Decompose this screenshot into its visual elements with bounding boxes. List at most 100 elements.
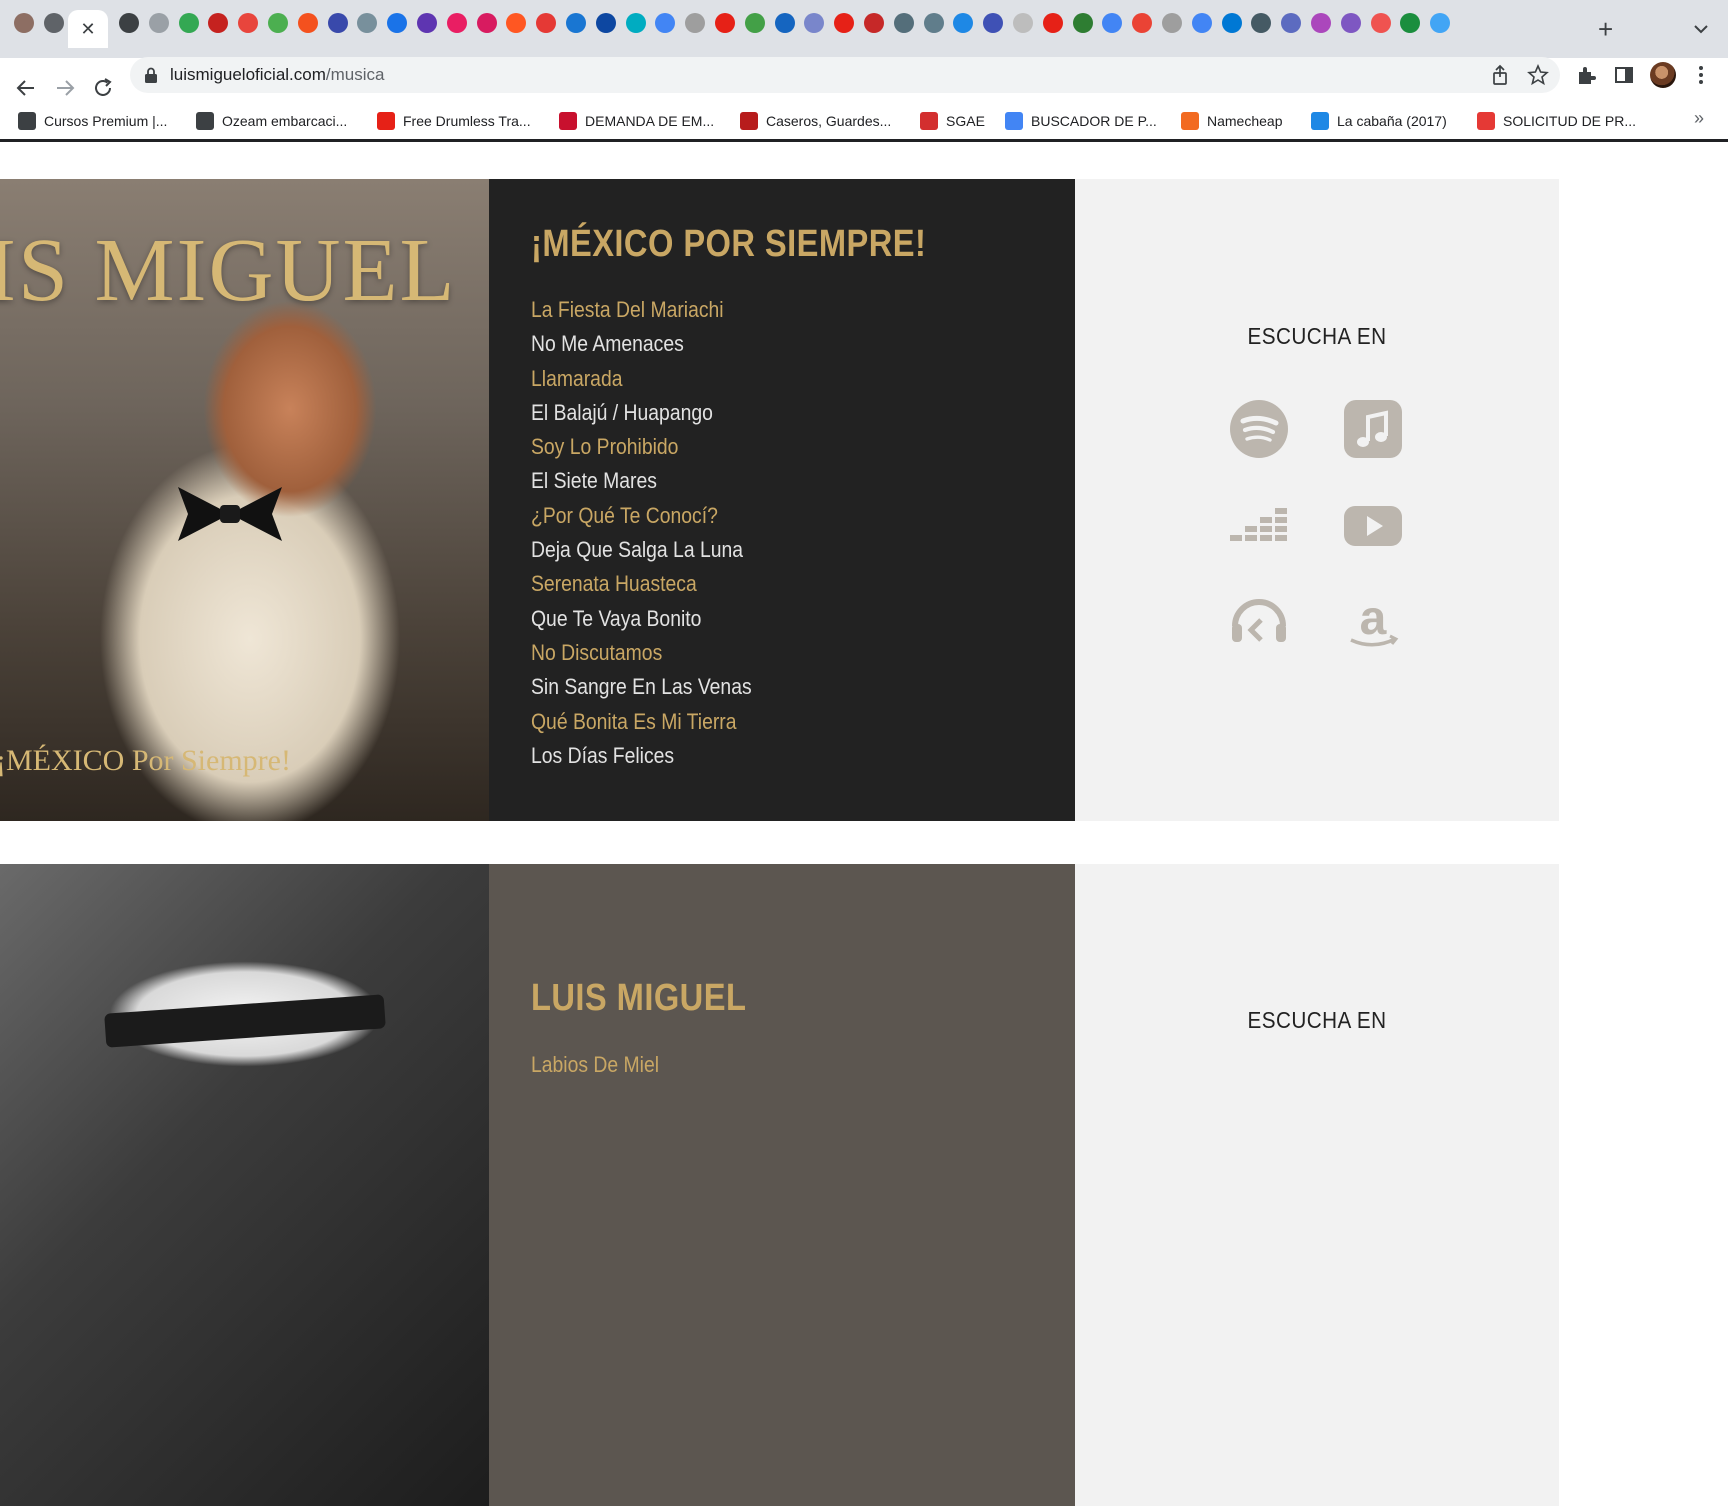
pinned-tab-favicon-icon[interactable] (864, 13, 884, 33)
pinned-tab-favicon-icon[interactable] (506, 13, 527, 33)
track-item[interactable]: Serenata Huasteca (531, 567, 752, 601)
bookmark-item[interactable]: DEMANDA DE EM... (559, 111, 714, 131)
pinned-tab-favicon-icon[interactable] (357, 13, 378, 33)
pinned-tab-favicon-icon[interactable] (1251, 13, 1272, 33)
pinned-tab-favicon-icon[interactable] (43, 13, 64, 33)
bookmark-label: La cabaña (2017) (1337, 113, 1447, 129)
side-panel-icon[interactable] (1613, 64, 1635, 86)
forward-arrow-icon[interactable] (51, 74, 79, 102)
pinned-tab-favicon-icon[interactable] (1013, 13, 1033, 33)
pinned-tab-favicon-icon[interactable] (715, 13, 735, 33)
pinned-tab-favicon-icon[interactable] (1311, 13, 1331, 33)
track-item[interactable]: Soy Lo Prohibido (531, 430, 752, 464)
bookmark-label: Free Drumless Tra... (403, 113, 531, 129)
album-cover-image[interactable]: IS MIGUEL ¡MÉXICO Por Siempre! (0, 179, 489, 821)
bookmarks-overflow-button[interactable]: » (1694, 108, 1704, 129)
album-cover-image[interactable] (0, 864, 489, 1506)
pinned-tab-favicon-icon[interactable] (1430, 13, 1451, 33)
pinned-tab-favicon-icon[interactable] (893, 13, 914, 33)
url-text[interactable]: luismigueloficial.com/musica (170, 64, 384, 86)
extensions-puzzle-icon[interactable] (1575, 64, 1597, 86)
pinned-tab-favicon-icon[interactable] (387, 13, 408, 33)
lock-icon[interactable] (144, 67, 158, 83)
pinned-tab-favicon-icon[interactable] (327, 13, 348, 33)
pinned-tab-favicon-icon[interactable] (1102, 13, 1123, 33)
pinned-tab-favicon-icon[interactable] (14, 13, 34, 33)
track-item[interactable]: Los Días Felices (531, 739, 752, 773)
track-item[interactable]: El Balajú / Huapango (531, 396, 752, 430)
film-icon (1311, 112, 1329, 130)
bookmark-item[interactable]: BUSCADOR DE P... (1005, 111, 1157, 131)
more-menu-icon[interactable] (1694, 64, 1708, 86)
pinned-tab-favicon-icon[interactable] (774, 13, 795, 33)
bookmark-item[interactable]: Free Drumless Tra... (377, 111, 531, 131)
pinned-tab-favicon-icon[interactable] (804, 13, 825, 33)
bookmark-item[interactable]: Caseros, Guardes... (740, 111, 891, 131)
pinned-tab-favicon-icon[interactable] (1221, 13, 1242, 33)
pinned-tab-favicon-icon[interactable] (1162, 13, 1182, 33)
bookmark-item[interactable]: SGAE (920, 111, 985, 131)
track-item[interactable]: Deja Que Salga La Luna (531, 533, 752, 567)
track-item[interactable]: Llamarada (531, 362, 752, 396)
pinned-tab-favicon-icon[interactable] (655, 13, 676, 33)
active-tab[interactable]: ✕ (68, 10, 108, 48)
share-icon[interactable] (1489, 64, 1511, 86)
sgae-icon (920, 112, 938, 130)
pinned-tab-favicon-icon[interactable] (208, 13, 229, 33)
pinned-tab-favicon-icon[interactable] (1340, 13, 1361, 33)
amazon-icon[interactable]: a (1343, 592, 1403, 652)
apple-music-icon[interactable] (1343, 399, 1403, 459)
deezer-icon[interactable] (1229, 496, 1289, 556)
chevron-down-icon[interactable] (1690, 18, 1712, 40)
pinned-tab-favicon-icon[interactable] (178, 13, 199, 33)
pinned-tab-favicon-icon[interactable] (1370, 13, 1391, 33)
pinned-tab-favicon-icon[interactable] (268, 13, 288, 33)
pinned-tab-favicon-icon[interactable] (148, 13, 169, 33)
bookmark-item[interactable]: Ozeam embarcaci... (196, 111, 347, 131)
pinned-tab-favicon-icon[interactable] (834, 13, 855, 33)
pinned-tab-favicon-icon[interactable] (983, 13, 1004, 33)
pinned-tab-favicon-icon[interactable] (953, 13, 974, 33)
track-item[interactable]: No Me Amenaces (531, 327, 752, 361)
napster-icon[interactable] (1229, 592, 1289, 652)
close-icon[interactable]: ✕ (80, 19, 95, 40)
spotify-icon[interactable] (1229, 399, 1289, 459)
bookmark-item[interactable]: Cursos Premium |... (18, 111, 167, 131)
pinned-tab-favicon-icon[interactable] (297, 13, 318, 33)
bookmark-item[interactable]: La cabaña (2017) (1311, 111, 1447, 131)
track-item[interactable]: No Discutamos (531, 636, 752, 670)
pinned-tab-favicon-icon[interactable] (1191, 13, 1212, 33)
pinned-tab-favicon-icon[interactable] (685, 13, 706, 33)
pinned-tab-favicon-icon[interactable] (1132, 13, 1153, 33)
pinned-tab-favicon-icon[interactable] (476, 13, 497, 33)
track-item[interactable]: ¿Por Qué Te Conocí? (531, 499, 752, 533)
pinned-tab-favicon-icon[interactable] (595, 13, 616, 33)
track-item[interactable]: Sin Sangre En Las Venas (531, 670, 752, 704)
new-tab-button[interactable]: + (1598, 16, 1613, 42)
pinned-tab-favicon-icon[interactable] (446, 13, 467, 33)
bookmark-star-icon[interactable] (1527, 64, 1549, 86)
youtube-icon[interactable] (1343, 496, 1403, 556)
pinned-tab-favicon-icon[interactable] (417, 13, 437, 33)
reload-icon[interactable] (89, 74, 117, 102)
pinned-tab-favicon-icon[interactable] (119, 13, 139, 33)
pinned-tab-favicon-icon[interactable] (1072, 13, 1093, 33)
track-item[interactable]: El Siete Mares (531, 464, 752, 498)
track-item[interactable]: Labios De Miel (531, 1048, 659, 1082)
track-item[interactable]: Qué Bonita Es Mi Tierra (531, 705, 752, 739)
pinned-tab-favicon-icon[interactable] (536, 13, 557, 33)
pinned-tab-favicon-icon[interactable] (238, 13, 259, 33)
pinned-tab-favicon-icon[interactable] (1042, 13, 1063, 33)
pinned-tab-favicon-icon[interactable] (1281, 13, 1302, 33)
pinned-tab-favicon-icon[interactable] (923, 13, 944, 33)
pinned-tab-favicon-icon[interactable] (744, 13, 765, 33)
bookmark-item[interactable]: Namecheap (1181, 111, 1283, 131)
pinned-tab-favicon-icon[interactable] (566, 13, 586, 33)
pinned-tab-favicon-icon[interactable] (1400, 13, 1421, 33)
pinned-tab-favicon-icon[interactable] (625, 13, 646, 33)
back-arrow-icon[interactable] (12, 74, 40, 102)
track-item[interactable]: Que Te Vaya Bonito (531, 602, 752, 636)
bookmark-item[interactable]: SOLICITUD DE PR... (1477, 111, 1636, 131)
track-item[interactable]: La Fiesta Del Mariachi (531, 293, 752, 327)
profile-avatar[interactable] (1650, 62, 1676, 88)
